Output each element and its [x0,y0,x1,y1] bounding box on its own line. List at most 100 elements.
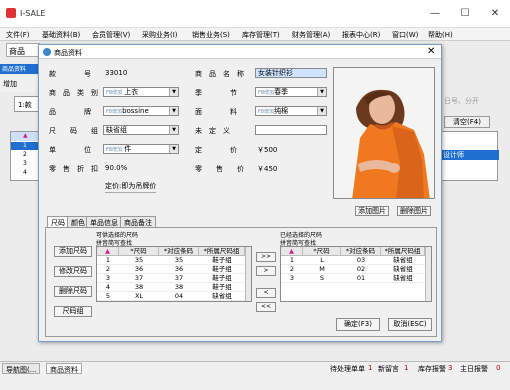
cancel-button[interactable]: 取消(ESC) [388,318,432,331]
ok-button[interactable]: 确定(F3) [336,318,380,331]
retail-discount-value[interactable]: 90.0% [105,164,127,172]
table-cell-size-group[interactable]: 鞋子组 [199,283,245,292]
table-cell-size[interactable]: M [303,265,341,274]
table-cell-size-group[interactable]: 缺省组 [381,265,425,274]
background-clear-button[interactable]: 清空(F4) [444,116,490,128]
dialog-close-icon[interactable]: ✕ [427,46,435,57]
menu-sales[interactable]: 销售业务(S) [192,30,230,40]
brand-select[interactable]: F8增加bossine ▼ [103,106,179,116]
menu-inventory[interactable]: 库存管理(T) [242,30,280,40]
tab-item-info[interactable]: 单品信息 [86,216,122,227]
table-cell-size[interactable]: 38 [119,283,159,292]
table-cell-barcode[interactable]: 04 [159,292,199,301]
size-group-button[interactable]: 尺码组 [54,306,92,317]
delete-photo-button[interactable]: 删除图片 [397,206,431,216]
unit-select[interactable]: F8增加 件 ▼ [103,144,179,154]
edit-size-button[interactable]: 修改尺码 [54,266,92,277]
menu-help[interactable]: 帮助(H) [428,30,453,40]
table-cell-size[interactable]: 35 [119,256,159,265]
fixed-price-value[interactable]: ￥500 [257,145,277,155]
name-input[interactable]: 女装针织衫 [255,68,327,78]
background-right-row[interactable]: 设计师 [441,150,499,160]
table-cell-size[interactable]: XL [119,292,159,301]
table-cell-size-group[interactable]: 缺省组 [381,256,425,265]
chevron-down-icon[interactable]: ▼ [169,126,178,134]
table-cell-size-group[interactable]: 缺省组 [381,274,425,283]
table-cell-size-group[interactable]: 鞋子组 [199,274,245,283]
background-grid-row[interactable]: 4 [11,169,41,177]
grid-header-size-group[interactable]: *所属尺码组 [199,247,245,256]
menu-basic-data[interactable]: 基础资料(B) [42,30,80,40]
table-row-index[interactable]: 1 [97,256,119,265]
table-cell-size[interactable]: 36 [119,265,159,274]
table-cell-barcode[interactable]: 37 [159,274,199,283]
move-left-button[interactable]: < [256,288,276,298]
table-row-index[interactable]: 1 [281,256,303,265]
taskbar-item-navigation[interactable]: 导航图(... [2,363,41,374]
table-row-index[interactable]: 3 [281,274,303,283]
taskbar-item-product[interactable]: 商品资料 [46,363,82,374]
table-cell-size-group[interactable]: 缺省组 [199,292,245,301]
move-right-button[interactable]: > [256,266,276,276]
move-all-left-button[interactable]: << [256,302,276,312]
tab-product-notes[interactable]: 商品备注 [120,216,156,227]
grid-sort-marker[interactable]: ▲ [281,247,303,256]
size-group-select[interactable]: 缺省组 ▼ [103,125,179,135]
table-cell-barcode[interactable]: 01 [341,274,381,283]
available-sizes-scrollbar[interactable] [245,247,251,301]
background-search-input[interactable]: 1:款 [14,96,40,112]
grid-header-size[interactable]: *尺码 [119,247,159,256]
status-messages-label[interactable]: 新留言 [378,364,399,374]
background-grid-row[interactable]: 2 [11,151,41,159]
status-pending-label[interactable]: 待处理单单 [330,364,365,374]
menu-finance[interactable]: 财务管理(A) [292,30,330,40]
table-cell-size[interactable]: 37 [119,274,159,283]
add-size-button[interactable]: 添加尺码 [54,246,92,257]
table-cell-barcode[interactable]: 02 [341,265,381,274]
chevron-down-icon[interactable]: ▼ [317,88,326,96]
table-row-index[interactable]: 2 [97,265,119,274]
grid-header-size-group[interactable]: *所属尺码组 [381,247,425,256]
delete-size-button[interactable]: 删除尺码 [54,286,92,297]
selected-sizes-scrollbar[interactable] [425,247,431,301]
grid-header-barcode[interactable]: *对应条码 [341,247,381,256]
table-cell-size[interactable]: S [303,274,341,283]
status-stock-alert-label[interactable]: 库存报警 [418,364,446,374]
table-cell-size-group[interactable]: 鞋子组 [199,265,245,274]
table-cell-barcode[interactable]: 36 [159,265,199,274]
maximize-button[interactable]: ☐ [450,6,480,22]
category-select[interactable]: F8增加 上衣 ▼ [103,87,179,97]
close-button[interactable]: ✕ [480,6,510,22]
menu-file[interactable]: 文件(F) [6,30,30,40]
table-cell-barcode[interactable]: 35 [159,256,199,265]
grid-header-barcode[interactable]: *对应条码 [159,247,199,256]
season-select[interactable]: F8增加春季 ▼ [255,87,327,97]
table-row-index[interactable]: 5 [97,292,119,301]
grid-sort-marker[interactable]: ▲ [97,247,119,256]
chevron-down-icon[interactable]: ▼ [169,107,178,115]
table-cell-barcode[interactable]: 03 [341,256,381,265]
undefined-input[interactable] [255,125,327,135]
table-cell-size-group[interactable]: 鞋子组 [199,256,245,265]
menu-reports[interactable]: 报表中心(R) [342,30,380,40]
chevron-down-icon[interactable]: ▼ [169,145,178,153]
background-add-button[interactable]: 增加 [0,76,40,92]
chevron-down-icon[interactable]: ▼ [317,107,326,115]
table-cell-size[interactable]: L [303,256,341,265]
table-row-index[interactable]: 3 [97,274,119,283]
minimize-button[interactable]: — [420,6,450,22]
menu-window[interactable]: 窗口(W) [392,30,418,40]
add-photo-button[interactable]: 添加图片 [355,206,389,216]
background-grid-row[interactable]: 1 [11,142,41,150]
chevron-down-icon[interactable]: ▼ [169,88,178,96]
table-row-index[interactable]: 2 [281,265,303,274]
fabric-select[interactable]: F8增加纯棉 ▼ [255,106,327,116]
background-tab[interactable]: 商品 [6,43,40,57]
menu-purchasing[interactable]: 采购业务(I) [142,30,178,40]
grid-header-size[interactable]: *尺码 [303,247,341,256]
move-all-right-button[interactable]: >> [256,252,276,262]
menu-members[interactable]: 会员管理(V) [92,30,130,40]
style-no-value[interactable]: 33010 [105,69,127,77]
table-cell-barcode[interactable]: 38 [159,283,199,292]
table-row-index[interactable]: 4 [97,283,119,292]
